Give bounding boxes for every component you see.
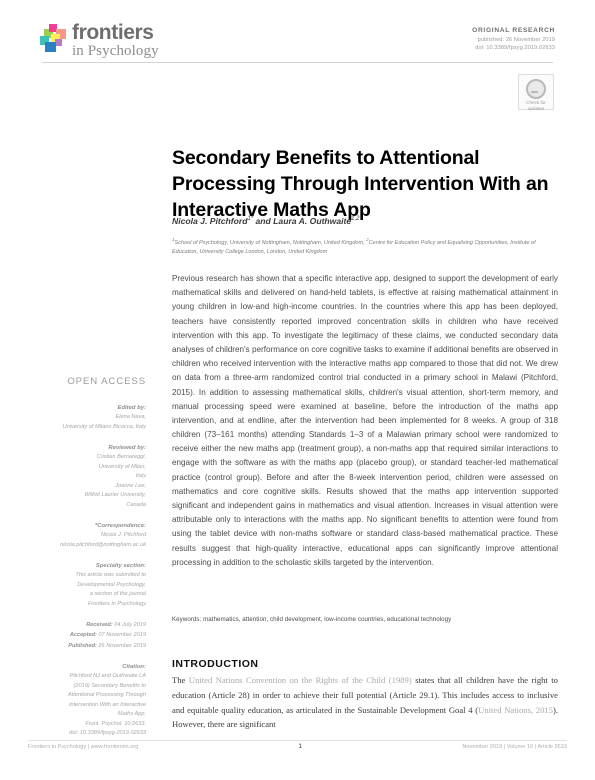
reviewer-2-affiliation: Wilfrid Laurier University,	[84, 492, 146, 499]
keywords-line: Keywords: mathematics, attention, child …	[172, 616, 452, 623]
footer-divider	[28, 740, 567, 741]
citation-line-6: Front. Psychol. 10:2633.	[85, 720, 146, 727]
footer-journal-url[interactable]: Frontiers in Psychology | www.frontiersi…	[28, 744, 138, 750]
article-type-label: ORIGINAL RESEARCH	[472, 27, 555, 34]
published-date: Published: 26 November 2019	[28, 641, 146, 651]
correspondence-heading: *Correspondence:	[94, 523, 146, 530]
author-name-1[interactable]: Nicola J. Pitchford1* and Laura A. Outhw…	[172, 216, 360, 226]
specialty-section-group: Specialty section: This article was subm…	[28, 561, 146, 609]
citation-doi[interactable]: doi: 10.3389/fpsyg.2019.02633	[28, 729, 146, 739]
citation-line-5: Maths App.	[117, 711, 146, 718]
reviewer-1-country: Italy	[135, 473, 146, 480]
intro-text-1: The	[172, 675, 189, 685]
editor-affiliation: University of Milano Bicocca, Italy	[62, 423, 146, 430]
header-divider	[42, 62, 553, 63]
correspondence-group: *Correspondence: Nicola J. Pitchford nic…	[28, 521, 146, 550]
intro-citation-2[interactable]: United Nations, 2015	[478, 705, 553, 715]
abstract-text: Previous research has shown that a speci…	[172, 274, 558, 567]
footer-page-number: 1	[298, 744, 302, 750]
reviewer-1-name: Cristian Bernareggi,	[96, 454, 146, 461]
footer-volume-info: November 2019 | Volume 10 | Article 2633	[462, 744, 567, 750]
article-title: Secondary Benefits to Attentional Proces…	[172, 147, 549, 221]
reviewer-2-country: Canada	[126, 501, 146, 508]
logo-wordmark: frontiers in Psychology	[72, 22, 159, 59]
frontiers-logo-icon	[40, 24, 66, 52]
citation-line-3: Attentional Processing Through	[67, 692, 146, 699]
published-label: Published:	[68, 642, 97, 649]
doi-label[interactable]: doi: 10.3389/fpsyg.2019.02633	[472, 44, 555, 52]
reviewed-by-group: Reviewed by: Cristian Bernareggi, Univer…	[28, 443, 146, 510]
received-label: Received:	[86, 622, 113, 629]
page-header: frontiers in Psychology ORIGINAL RESEARC…	[0, 0, 595, 120]
dates-group: Received: 04 July 2019 Accepted: 07 Nove…	[28, 620, 146, 651]
published-date-label: published: 26 November 2019	[477, 36, 555, 43]
open-access-label: OPEN ACCESS	[67, 376, 146, 387]
accepted-label: Accepted:	[69, 632, 97, 639]
received-date: Received: 04 July 2019	[28, 620, 146, 630]
edited-by-heading: Edited by:	[117, 405, 146, 411]
correspondence-name: Nicola J. Pitchford	[100, 532, 146, 539]
citation-line-4: Intervention With an Interactive	[68, 701, 146, 708]
reviewer-2-name: Joanne Lee,	[115, 482, 146, 489]
page-footer: Frontiers in Psychology | www.frontiersi…	[28, 744, 567, 750]
logo-brand-text: frontiers	[72, 21, 154, 44]
intro-citation-1[interactable]: United Nations Convention on the Rights …	[189, 675, 412, 685]
frontiers-logo[interactable]: frontiers in Psychology	[40, 22, 159, 59]
specialty-line-4: Frontiers in Psychology	[87, 600, 146, 607]
specialty-heading: Specialty section:	[95, 563, 146, 570]
specialty-line-3: a section of the journal	[89, 591, 146, 598]
correspondence-email[interactable]: nicola.pitchford@nottingham.ac.uk	[28, 541, 146, 551]
crossmark-icon	[526, 79, 546, 99]
header-metadata: ORIGINAL RESEARCH published: 26 November…	[472, 26, 555, 52]
received-value: 04 July 2019	[114, 622, 146, 629]
introduction-body: The United Nations Convention on the Rig…	[172, 673, 558, 732]
introduction-heading: INTRODUCTION	[172, 657, 259, 670]
accepted-date: Accepted: 07 November 2019	[28, 630, 146, 640]
citation-group: Citation: Pitchford NJ and Outhwaite LA …	[28, 662, 146, 739]
published-value: 26 November 2019	[98, 642, 146, 649]
check-for-updates-badge[interactable]: Check for updates	[518, 74, 554, 111]
edited-by-group: Edited by: Elena Nava, University of Mil…	[28, 403, 146, 432]
reviewer-1-affiliation: University of Milan,	[98, 463, 146, 470]
logo-journal-text: in Psychology	[72, 43, 159, 59]
citation-heading: Citation:	[122, 664, 146, 671]
specialty-line-1: This article was submitted to	[75, 572, 146, 579]
reviewed-by-heading: Reviewed by:	[108, 445, 146, 452]
author-list: Nicola J. Pitchford1* and Laura A. Outhw…	[172, 216, 557, 226]
citation-line-2: (2019) Secondary Benefits to	[73, 682, 146, 689]
crossmark-line-2: updates	[527, 105, 545, 111]
citation-line-1: Pitchford NJ and Outhwaite LA	[69, 673, 147, 680]
editor-name: Elena Nava,	[115, 414, 146, 421]
article-sidebar: OPEN ACCESS Edited by: Elena Nava, Unive…	[28, 376, 146, 750]
accepted-value: 07 November 2019	[98, 632, 146, 639]
specialty-line-2: Developmental Psychology,	[77, 581, 146, 588]
affiliations: 1School of Psychology, University of Not…	[172, 237, 536, 256]
